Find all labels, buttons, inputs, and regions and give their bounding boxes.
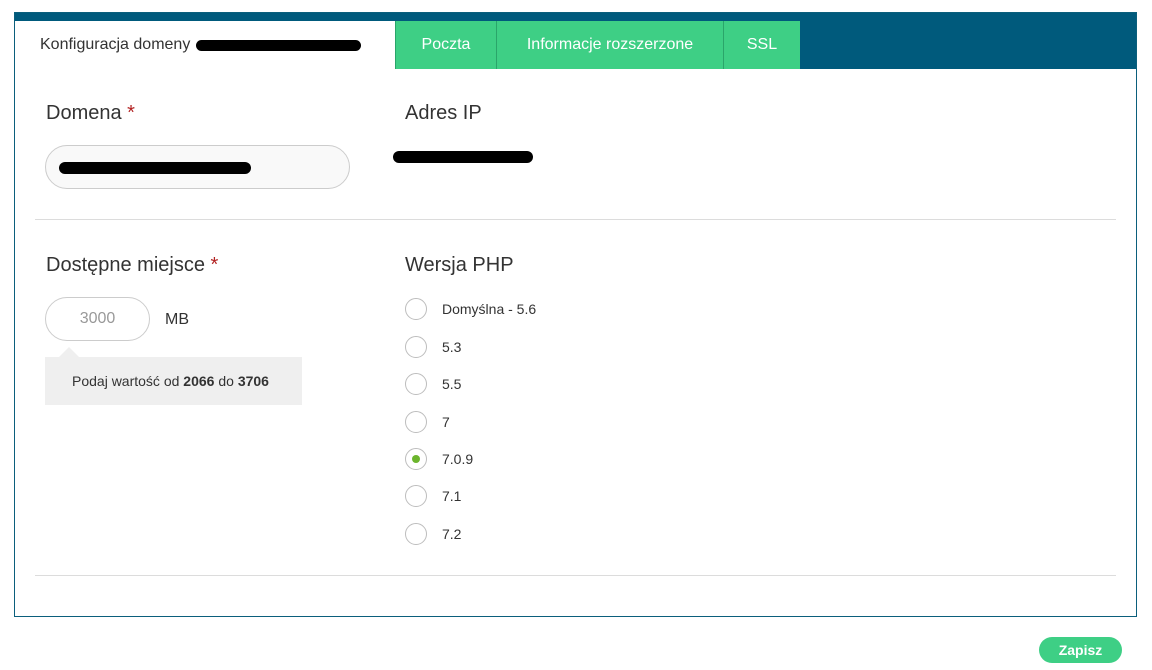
ip-label: Adres IP <box>405 102 482 125</box>
php-label-text: Wersja PHP <box>405 254 514 276</box>
domain-label-text: Domena <box>46 102 122 124</box>
php-option[interactable]: 7 <box>405 409 450 435</box>
php-option[interactable]: 7.2 <box>405 521 461 547</box>
save-button[interactable]: Zapisz <box>1039 637 1122 663</box>
required-mark: * <box>127 102 135 124</box>
space-unit: MB <box>165 311 189 328</box>
php-option-label: 5.5 <box>442 376 462 392</box>
hint-mid: do <box>218 373 234 389</box>
radio-button[interactable] <box>405 448 427 470</box>
radio-button[interactable] <box>405 336 427 358</box>
tab-mail[interactable]: Poczta <box>395 21 496 69</box>
redaction-mark <box>59 162 251 174</box>
radio-button[interactable] <box>405 411 427 433</box>
php-option[interactable]: 7.0.9 <box>405 446 473 472</box>
php-option[interactable]: 5.3 <box>405 334 461 360</box>
tab-mail-label: Poczta <box>421 36 471 53</box>
domain-label: Domena * <box>46 102 135 125</box>
php-option-label: 5.3 <box>442 339 462 355</box>
redaction-mark <box>393 151 533 163</box>
tab-domain-config-label: Konfiguracja domeny <box>40 36 191 53</box>
php-option-label: 7.0.9 <box>442 451 474 467</box>
hint-max: 3706 <box>237 373 269 389</box>
radio-button[interactable] <box>405 523 427 545</box>
php-option-label: Domyślna - 5.6 <box>442 301 537 317</box>
space-label-text: Dostępne miejsce <box>46 254 205 276</box>
php-option[interactable]: Domyślna - 5.6 <box>405 296 536 322</box>
space-hint-tooltip: Podaj wartość od 2066 do 3706 <box>45 347 302 405</box>
domain-field[interactable] <box>45 145 350 189</box>
tab-bar: Konfiguracja domeny Poczta Informacje ro… <box>15 13 1136 69</box>
php-label: Wersja PHP <box>405 254 514 277</box>
tab-ssl-label: SSL <box>746 36 778 53</box>
radio-button[interactable] <box>405 373 427 395</box>
php-option-label: 7 <box>442 414 450 430</box>
required-mark: * <box>210 254 219 276</box>
redaction-mark <box>196 39 362 51</box>
form-content: Domena * Adres IP Dostępne miejsce * MB … <box>15 69 1136 616</box>
php-option-label: 7.1 <box>442 488 462 504</box>
radio-button[interactable] <box>405 485 427 507</box>
tab-domain-config[interactable]: Konfiguracja domeny <box>15 21 395 69</box>
divider <box>35 219 1116 220</box>
radio-button[interactable] <box>405 298 427 320</box>
domain-config-panel: Konfiguracja domeny Poczta Informacje ro… <box>14 12 1137 617</box>
php-option-label: 7.2 <box>442 526 462 542</box>
tab-ssl[interactable]: SSL <box>723 21 800 69</box>
divider <box>35 575 1116 576</box>
tab-extended-info-label: Informacje rozszerzone <box>526 36 694 53</box>
ip-label-text: Adres IP <box>405 102 482 124</box>
space-label: Dostępne miejsce * <box>46 254 218 277</box>
hint-min: 2066 <box>183 373 215 389</box>
php-option[interactable]: 5.5 <box>405 371 461 397</box>
hint-prefix: Podaj wartość od <box>72 373 180 389</box>
php-option[interactable]: 7.1 <box>405 483 461 509</box>
tab-extended-info[interactable]: Informacje rozszerzone <box>496 21 723 69</box>
space-input[interactable] <box>45 297 150 341</box>
